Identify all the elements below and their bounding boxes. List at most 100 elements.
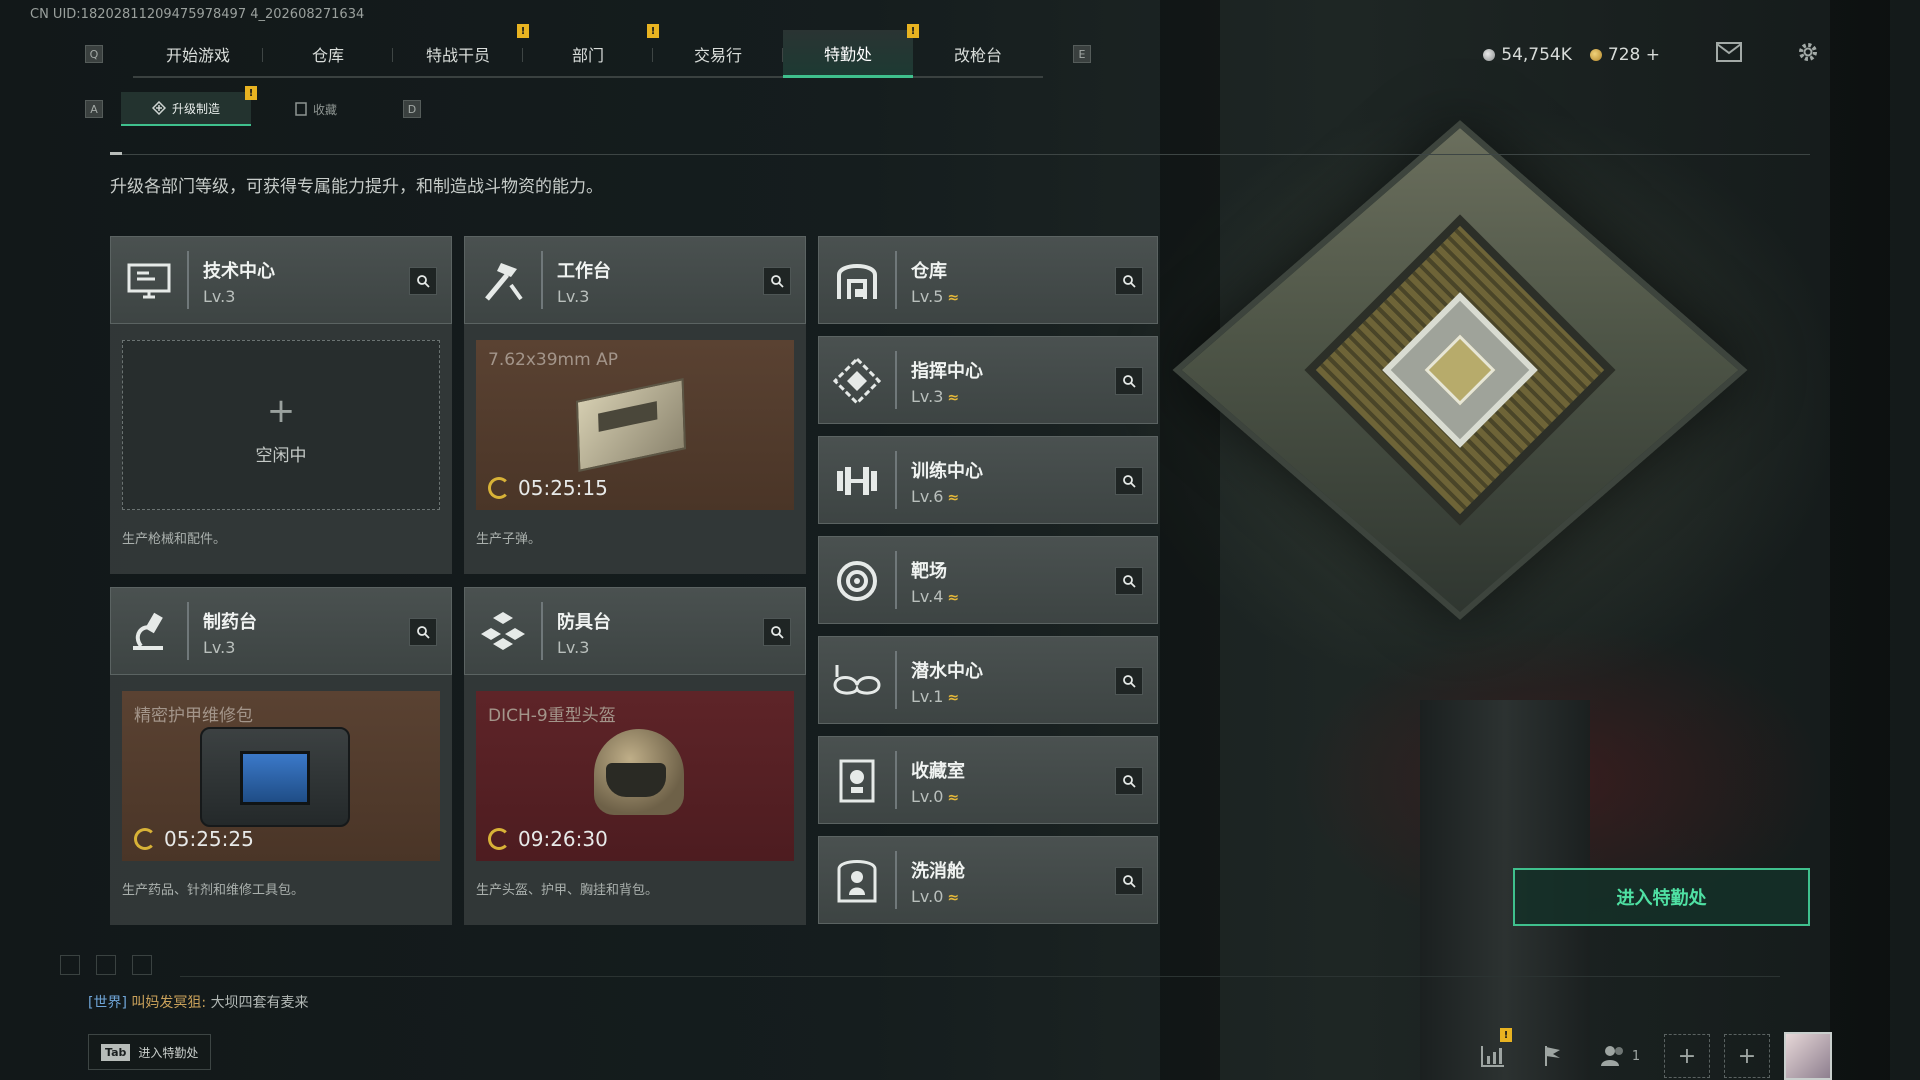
search-icon (417, 626, 430, 639)
department-card[interactable]: 指挥中心 Lv.3 ≈ (818, 336, 1158, 424)
friends-icon[interactable]: 1 (1590, 1034, 1650, 1078)
workshop-search-button[interactable] (763, 267, 791, 295)
settings-gear-icon[interactable] (1796, 40, 1820, 69)
tab-enter-hint[interactable]: Tab 进入特勤处 (88, 1034, 212, 1070)
header-separator (895, 251, 897, 309)
gold-currency[interactable]: 728 + (1589, 45, 1660, 65)
workshop-card[interactable]: 工作台 Lv.3 7.62x39mm AP 05:25:15 生产子弹。 (464, 236, 806, 574)
department-search-button[interactable] (1115, 567, 1143, 595)
department-search-button[interactable] (1115, 367, 1143, 395)
command-center-icon (831, 355, 883, 407)
tab-2[interactable]: 特战干员! (393, 24, 529, 78)
production-slot[interactable]: 7.62x39mm AP 05:25:15 (476, 340, 794, 510)
mail-icon[interactable] (1716, 42, 1742, 67)
tab-label: 交易行 (693, 46, 742, 65)
currency-bar: 54,754K 728 + (1483, 40, 1820, 69)
department-card[interactable]: 收藏室 Lv.0 ≈ (818, 736, 1158, 824)
department-search-button[interactable] (1115, 667, 1143, 695)
chat-sender[interactable]: 叫妈发冥狙: (131, 995, 206, 1011)
subtab-label: 升级制造 (171, 101, 220, 116)
tab-6[interactable]: 改枪台 (913, 30, 1043, 78)
department-search-button[interactable] (1115, 467, 1143, 495)
user-uid: CN UID:18202811209475978497 4_2026082716… (30, 7, 365, 22)
level-up-icon: ≈ (947, 890, 960, 906)
level-text: Lv.6 (911, 487, 944, 506)
target-icon (831, 555, 883, 607)
subtab-0[interactable]: 升级制造! (121, 86, 257, 126)
workshop-title: 防具台 (557, 612, 611, 633)
workshop-header[interactable]: 防具台 Lv.3 (464, 587, 806, 675)
progress-spinner-icon (488, 477, 510, 499)
flag-icon[interactable] (1530, 1034, 1576, 1078)
workshop-search-button[interactable] (763, 618, 791, 646)
tech-center-icon (123, 255, 175, 307)
department-title: 仓库 (911, 261, 947, 282)
workshop-description: 生产药品、针剂和维修工具包。 (122, 883, 305, 898)
armor-bench-icon (477, 606, 529, 658)
level-up-icon: ≈ (947, 790, 960, 806)
tab-label: 仓库 (311, 46, 344, 65)
search-icon (1123, 575, 1136, 588)
tab-3[interactable]: 部门! (523, 24, 659, 78)
add-teammate-slot[interactable]: + (1724, 1034, 1770, 1078)
level-up-icon: ≈ (947, 290, 960, 306)
add-teammate-slot[interactable]: + (1664, 1034, 1710, 1078)
subtab-1[interactable]: 收藏 (251, 92, 381, 126)
department-search-button[interactable] (1115, 767, 1143, 795)
workshop-card[interactable]: 技术中心 Lv.3 + 空闲中生产枪械和配件。 (110, 236, 452, 574)
department-level: Lv.0 ≈ (911, 887, 959, 906)
add-production-icon: + (266, 391, 296, 431)
decon-chamber-icon (831, 855, 883, 907)
search-icon (1123, 875, 1136, 888)
decor-box (60, 955, 80, 975)
tab-4[interactable]: 交易行 (653, 30, 783, 78)
gold-add-button[interactable]: + (1646, 45, 1660, 65)
tab-key: Tab (101, 1043, 131, 1061)
production-slot-idle[interactable]: + 空闲中 (122, 340, 440, 510)
gold-coin-icon (1589, 48, 1602, 61)
bottom-divider (180, 976, 1780, 977)
enter-special-ops-button[interactable]: 进入特勤处 (1513, 868, 1810, 926)
department-card[interactable]: 潜水中心 Lv.1 ≈ (818, 636, 1158, 724)
workshop-search-button[interactable] (409, 267, 437, 295)
workshop-header[interactable]: 技术中心 Lv.3 (110, 236, 452, 324)
subtab-label: 收藏 (312, 102, 337, 117)
level-text: Lv.5 (911, 287, 944, 306)
special-ops-cube-art (1172, 120, 1748, 720)
chat-line[interactable]: [世界] 叫妈发冥狙: 大坝四套有麦来 (88, 992, 309, 1012)
department-level: Lv.5 ≈ (911, 287, 959, 306)
trophy-room-icon (831, 755, 883, 807)
department-card[interactable]: 仓库 Lv.5 ≈ (818, 236, 1158, 324)
tab-label: 部门 (571, 46, 604, 65)
tab-5[interactable]: 特勤处! (783, 24, 919, 78)
production-slot[interactable]: DICH-9重型头盔 09:26:30 (476, 691, 794, 861)
workshop-header[interactable]: 工作台 Lv.3 (464, 236, 806, 324)
level-text: Lv.0 (911, 787, 944, 806)
department-search-button[interactable] (1115, 867, 1143, 895)
main-tabs: 开始游戏 仓库 特战干员! 部门! 交易行 特勤处! 改枪台 (133, 24, 1043, 78)
workshop-title: 工作台 (557, 261, 611, 282)
workshop-card[interactable]: 防具台 Lv.3 DICH-9重型头盔 09:26:30 生产头盔、护甲、胸挂和背包。 (464, 587, 806, 925)
department-search-button[interactable] (1115, 267, 1143, 295)
department-title: 洗消舱 (911, 861, 965, 882)
production-slot[interactable]: 精密护甲维修包 05:25:25 (122, 691, 440, 861)
department-card[interactable]: 训练中心 Lv.6 ≈ (818, 436, 1158, 524)
player-avatar[interactable] (1784, 1032, 1832, 1080)
department-card[interactable]: 洗消舱 Lv.0 ≈ (818, 836, 1158, 924)
workshop-card[interactable]: 制药台 Lv.3 精密护甲维修包 05:25:25 生产药品、针剂和维修工具包。 (110, 587, 452, 925)
header-separator (895, 451, 897, 509)
tab-1[interactable]: 仓库 (263, 30, 393, 78)
department-level: Lv.6 ≈ (911, 487, 959, 506)
pharmacy-icon (123, 606, 175, 658)
department-level: Lv.1 ≈ (911, 687, 959, 706)
workshop-search-button[interactable] (409, 618, 437, 646)
chat-message: 大坝四套有麦来 (210, 995, 309, 1011)
tab-0[interactable]: 开始游戏 (133, 30, 263, 78)
department-card[interactable]: 靶场 Lv.4 ≈ (818, 536, 1158, 624)
stats-icon[interactable]: ! (1470, 1028, 1516, 1078)
header-separator (541, 251, 543, 309)
workshop-header[interactable]: 制药台 Lv.3 (110, 587, 452, 675)
workshop-description: 生产枪械和配件。 (122, 532, 227, 547)
key-hint-e: E (1073, 45, 1091, 63)
level-up-icon: ≈ (947, 690, 960, 706)
